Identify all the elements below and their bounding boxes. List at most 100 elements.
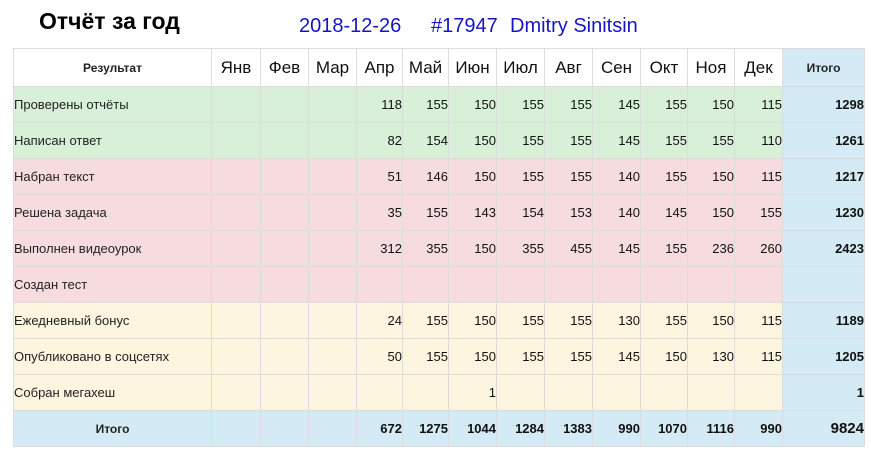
value-cell: 145 (592, 122, 641, 159)
value-cell: 145 (592, 338, 641, 375)
value-cell: 154 (402, 122, 449, 159)
value-cell (356, 374, 403, 411)
row-total-cell: 1217 (782, 158, 865, 195)
value-cell: 312 (356, 230, 403, 267)
value-cell: 154 (496, 194, 545, 231)
value-cell (260, 338, 309, 375)
value-cell: 50 (356, 338, 403, 375)
value-cell: 355 (402, 230, 449, 267)
value-cell (260, 374, 309, 411)
month-total-cell: 1116 (687, 410, 735, 447)
value-cell (308, 302, 357, 339)
value-cell (260, 230, 309, 267)
value-cell (211, 302, 261, 339)
row-total-cell: 1298 (782, 86, 865, 123)
value-cell: 150 (448, 158, 497, 195)
value-cell (592, 374, 641, 411)
header-row: Результат Янв Фев Мар Апр Май Июн Июл Авг Сен Окт Н… (13, 48, 865, 87)
month-total-cell: 990 (592, 410, 641, 447)
column-header-month: Июл (496, 48, 545, 87)
value-cell: 155 (496, 338, 545, 375)
value-cell (260, 194, 309, 231)
value-cell: 140 (592, 194, 641, 231)
value-cell (211, 338, 261, 375)
value-cell: 145 (640, 194, 688, 231)
row-label: Собран мегахеш (13, 374, 212, 411)
month-total-cell: 1070 (640, 410, 688, 447)
month-total-cell (308, 410, 357, 447)
value-cell: 455 (544, 230, 593, 267)
table-row: Решена задача 35 155 143 154 153 140 145 150 155 1… (13, 194, 865, 231)
value-cell (356, 266, 403, 303)
value-cell: 150 (687, 86, 735, 123)
row-total-cell: 1 (782, 374, 865, 411)
value-cell: 150 (640, 338, 688, 375)
value-cell: 150 (448, 122, 497, 159)
month-total-cell: 1284 (496, 410, 545, 447)
column-header-month: Янв (211, 48, 261, 87)
value-cell (308, 338, 357, 375)
value-cell: 155 (544, 86, 593, 123)
value-cell (308, 374, 357, 411)
value-cell: 82 (356, 122, 403, 159)
value-cell: 130 (687, 338, 735, 375)
month-total-cell (260, 410, 309, 447)
value-cell: 118 (356, 86, 403, 123)
totals-label: Итого (13, 410, 212, 447)
row-label: Опубликовано в соцсетях (13, 338, 212, 375)
month-total-cell: 1275 (402, 410, 449, 447)
value-cell: 155 (734, 194, 783, 231)
value-cell: 155 (544, 302, 593, 339)
value-cell: 150 (687, 158, 735, 195)
value-cell (734, 374, 783, 411)
month-total-cell (211, 410, 261, 447)
page-title: Отчёт за год (39, 8, 180, 34)
value-cell: 260 (734, 230, 783, 267)
value-cell: 153 (544, 194, 593, 231)
user-name[interactable]: Dmitry Sinitsin (510, 15, 638, 38)
value-cell (211, 86, 261, 123)
value-cell: 146 (402, 158, 449, 195)
row-label: Проверены отчёты (13, 86, 212, 123)
value-cell (496, 266, 545, 303)
value-cell (308, 86, 357, 123)
value-cell (448, 266, 497, 303)
value-cell (640, 374, 688, 411)
table-row: Набран текст 51 146 150 155 155 140 155 150 115 12… (13, 158, 865, 195)
value-cell (308, 158, 357, 195)
row-total-cell: 2423 (782, 230, 865, 267)
value-cell: 155 (402, 302, 449, 339)
value-cell (308, 122, 357, 159)
value-cell: 155 (402, 338, 449, 375)
value-cell: 150 (448, 86, 497, 123)
value-cell (260, 302, 309, 339)
column-header-month: Ноя (687, 48, 735, 87)
value-cell: 24 (356, 302, 403, 339)
value-cell (687, 374, 735, 411)
value-cell: 155 (496, 86, 545, 123)
row-total-cell: 1261 (782, 122, 865, 159)
totals-row: Итого 672 1275 1044 1284 1383 990 1070 1116 990 98… (13, 410, 865, 447)
value-cell: 155 (544, 122, 593, 159)
value-cell: 35 (356, 194, 403, 231)
value-cell: 155 (640, 86, 688, 123)
value-cell (260, 158, 309, 195)
column-header-month: Сен (592, 48, 641, 87)
value-cell: 155 (496, 302, 545, 339)
value-cell (308, 194, 357, 231)
column-header-result: Результат (13, 48, 212, 87)
value-cell: 115 (734, 158, 783, 195)
column-header-month: Апр (356, 48, 403, 87)
row-total-cell: 1205 (782, 338, 865, 375)
table-row: Выполнен видеоурок 312 355 150 355 455 145 155 2… (13, 230, 865, 267)
value-cell: 145 (592, 86, 641, 123)
value-cell: 150 (687, 302, 735, 339)
value-cell: 110 (734, 122, 783, 159)
month-total-cell: 672 (356, 410, 403, 447)
value-cell: 355 (496, 230, 545, 267)
value-cell: 155 (544, 158, 593, 195)
month-total-cell: 990 (734, 410, 783, 447)
value-cell: 155 (640, 122, 688, 159)
row-total-cell (782, 266, 865, 303)
column-header-month: Авг (544, 48, 593, 87)
